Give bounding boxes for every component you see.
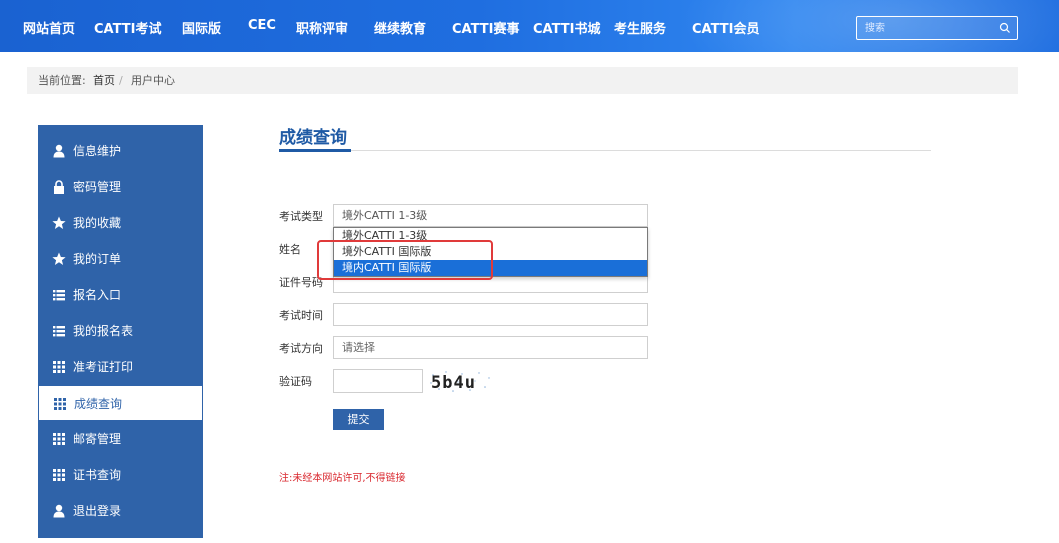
sidebar-item-info[interactable]: 信息维护 [38, 133, 203, 169]
sidebar-item-score-query[interactable]: 成绩查询 [38, 385, 203, 421]
breadcrumb-separator: / [119, 74, 123, 87]
breadcrumb-prefix: 当前位置: [38, 74, 86, 87]
star-icon [52, 216, 66, 229]
notice-text: 注:未经本网站许可,不得链接 [279, 473, 406, 484]
nav-continuing-education[interactable]: 继续教育 [374, 18, 426, 37]
page-title: 成绩查询 [279, 128, 347, 148]
sidebar-item-label: 密码管理 [73, 180, 122, 194]
sidebar-item-label: 信息维护 [73, 144, 122, 158]
breadcrumb-current: 用户中心 [131, 74, 175, 87]
search-input[interactable] [857, 17, 995, 39]
sidebar-item-favorites[interactable]: 我的收藏 [38, 205, 203, 241]
sidebar-item-label: 邮寄管理 [73, 432, 122, 446]
sidebar-item-mailing[interactable]: 邮寄管理 [38, 421, 203, 457]
sidebar-item-orders[interactable]: 我的订单 [38, 241, 203, 277]
sidebar: 信息维护 密码管理 我的收藏 我的订单 报名入口 我的报名表 准考证打印 成绩查… [38, 125, 203, 538]
sidebar-item-label: 报名入口 [73, 288, 122, 302]
user-icon [53, 504, 65, 518]
exam-type-select[interactable]: 境外CATTI 1-3级 [333, 204, 648, 227]
breadcrumb: 当前位置: 首页 / 用户中心 [27, 67, 1018, 94]
nav-home[interactable]: 网站首页 [23, 18, 75, 37]
exam-direction-label: 考试方向 [279, 342, 323, 355]
search-icon[interactable] [999, 22, 1011, 34]
sidebar-item-registration[interactable]: 报名入口 [38, 277, 203, 313]
breadcrumb-home-link[interactable]: 首页 [93, 67, 115, 94]
nav-cec[interactable]: CEC [248, 18, 276, 33]
exam-time-label: 考试时间 [279, 309, 323, 322]
nav-catti-bookstore[interactable]: CATTI书城 [533, 18, 600, 37]
nav-title-review[interactable]: 职称评审 [296, 18, 348, 37]
submit-button[interactable]: 提交 [333, 409, 384, 430]
captcha-text: 5b4u [431, 373, 476, 393]
sidebar-item-label: 证书查询 [73, 468, 122, 482]
title-divider [279, 150, 931, 151]
captcha-image[interactable]: 5b4u [429, 369, 491, 395]
sidebar-item-logout[interactable]: 退出登录 [38, 493, 203, 529]
captcha-input[interactable] [333, 369, 423, 393]
sidebar-item-certificate[interactable]: 证书查询 [38, 457, 203, 493]
sidebar-item-label: 成绩查询 [74, 397, 123, 411]
exam-time-field[interactable] [333, 303, 648, 326]
grid-icon [53, 361, 65, 373]
captcha-label: 验证码 [279, 375, 312, 388]
name-label: 姓名 [279, 243, 301, 256]
sidebar-item-label: 我的报名表 [73, 324, 134, 338]
list-icon [53, 326, 65, 337]
exam-type-label: 考试类型 [279, 210, 323, 223]
star-icon [52, 252, 66, 265]
highlight-box [317, 240, 493, 280]
grid-icon [53, 433, 65, 445]
sidebar-item-my-forms[interactable]: 我的报名表 [38, 313, 203, 349]
nav-catti-exam[interactable]: CATTI考试 [94, 18, 161, 37]
search-box [856, 16, 1018, 40]
grid-icon [54, 398, 66, 410]
sidebar-item-label: 准考证打印 [73, 360, 134, 374]
sidebar-item-password[interactable]: 密码管理 [38, 169, 203, 205]
nav-catti-events[interactable]: CATTI赛事 [452, 18, 519, 37]
sidebar-item-label: 我的收藏 [73, 216, 122, 230]
top-nav-bar: 网站首页 CATTI考试 国际版 CEC 职称评审 继续教育 CATTI赛事 C… [0, 0, 1059, 52]
sidebar-item-label: 我的订单 [73, 252, 122, 266]
nav-candidate-services[interactable]: 考生服务 [614, 18, 666, 37]
list-icon [53, 290, 65, 301]
title-underline [279, 149, 351, 152]
nav-international[interactable]: 国际版 [182, 18, 221, 37]
user-icon [53, 144, 65, 158]
sidebar-item-admission-ticket[interactable]: 准考证打印 [38, 349, 203, 385]
sidebar-item-label: 退出登录 [73, 504, 122, 518]
nav-catti-member[interactable]: CATTI会员 [692, 18, 759, 37]
lock-icon [54, 180, 64, 194]
exam-direction-select[interactable]: 请选择 [333, 336, 648, 359]
grid-icon [53, 469, 65, 481]
